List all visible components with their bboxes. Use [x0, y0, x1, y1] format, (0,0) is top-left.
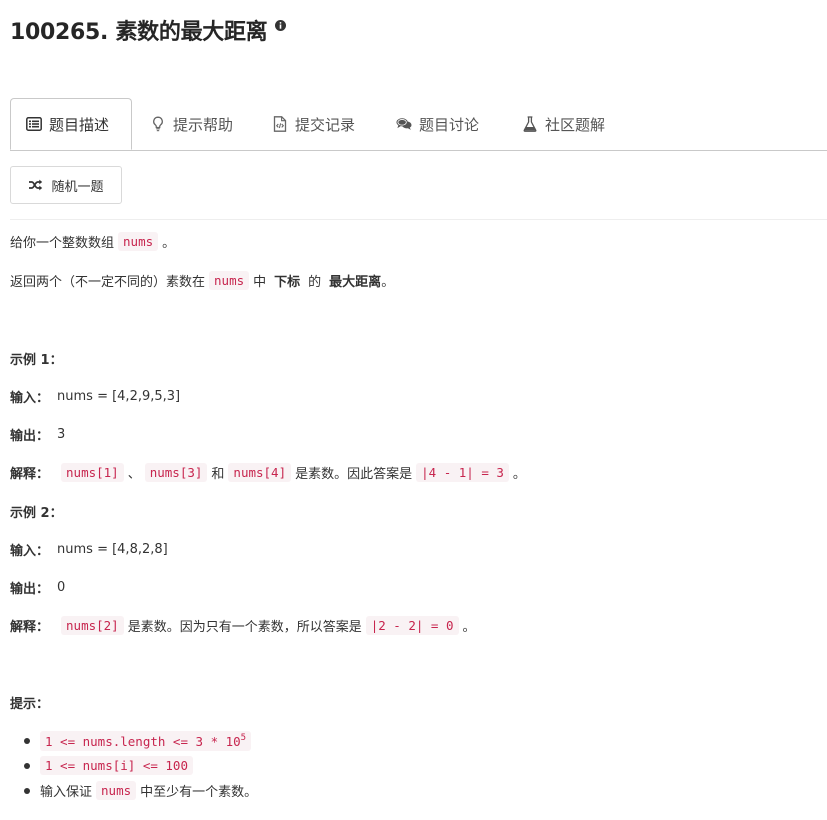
inline-code: |2 - 2| = 0 [365, 616, 459, 635]
text: 。 [162, 236, 176, 251]
list-item: 1 <= nums[i] <= 100 [20, 753, 257, 778]
example-2-explanation: 解释： nums[2] 是素数。因为只有一个素数，所以答案是 |2 - 2| =… [10, 616, 476, 635]
page-title: 100265. 素数的最大距离 [10, 20, 268, 45]
constraints-title: 提示： [10, 697, 50, 712]
example-1-explanation: 解释： nums[1] 、 nums[3] 和 nums[4] 是素数。因此答案… [10, 463, 526, 482]
list-item: 输入保证 nums 中至少有一个素数。 [20, 778, 257, 803]
example-1-output: 输出： 3 [10, 425, 65, 444]
label: 输出： [10, 429, 50, 444]
value: nums = [4,8,2,8] [57, 542, 168, 557]
text: 、 [127, 467, 141, 482]
label: 解释： [10, 620, 50, 635]
example-2-input: 输入： nums = [4,8,2,8] [10, 540, 168, 559]
shuffle-icon [28, 179, 43, 191]
example-1-input: 输入： nums = [4,2,9,5,3] [10, 387, 180, 406]
inline-code: nums [209, 271, 250, 290]
inline-code: nums[1] [61, 463, 124, 482]
text: 中至少有一个素数。 [140, 785, 258, 800]
random-button-label: 随机一题 [51, 179, 104, 195]
tab-label: 社区题解 [545, 115, 606, 134]
constraints-list: 1 <= nums.length <= 3 * 105 1 <= nums[i]… [20, 728, 257, 803]
info-icon[interactable] [275, 19, 287, 31]
tab-label: 提示帮助 [173, 115, 234, 134]
example-2-title: 示例 2： [10, 506, 63, 521]
divider [10, 219, 827, 220]
text: 给你一个整数数组 [10, 236, 115, 251]
text: 和 [211, 467, 225, 482]
text: 。 [462, 620, 476, 635]
comments-icon [396, 116, 412, 132]
code-file-icon [272, 116, 288, 132]
tab-description[interactable]: 题目描述 [10, 98, 132, 150]
code-text: 1 <= nums.length <= 3 * 10 [45, 733, 241, 749]
inline-code: nums[3] [144, 463, 208, 482]
label: 输入： [10, 544, 50, 559]
text: 的 [308, 275, 322, 290]
random-problem-button[interactable]: 随机一题 [10, 166, 122, 204]
value: 3 [57, 427, 66, 442]
label: 解释： [10, 467, 50, 482]
tab-bar: 题目描述 提示帮助 提交记录 题目讨论 社区题解 [10, 98, 827, 151]
list-icon [26, 116, 42, 132]
problem-header: 100265. 素数的最大距离 [10, 14, 287, 46]
label: 输出： [10, 582, 50, 597]
tab-label: 题目讨论 [419, 115, 480, 134]
inline-code: nums [96, 781, 137, 800]
value: 0 [57, 580, 66, 595]
list-item: 1 <= nums.length <= 3 * 105 [20, 728, 257, 753]
tab-hints[interactable]: 提示帮助 [150, 98, 233, 150]
inline-code: nums[4] [228, 463, 292, 482]
text: 中 [253, 275, 267, 290]
description-paragraph-2: 返回两个（不一定不同的）素数在 nums 中 下标 的 最大距离 。 [10, 271, 394, 290]
inline-code: nums [118, 232, 159, 251]
text: 输入保证 [40, 785, 93, 800]
example-2-output: 输出： 0 [10, 578, 65, 597]
tab-solutions[interactable]: 社区题解 [522, 98, 605, 150]
inline-code: 1 <= nums[i] <= 100 [40, 756, 193, 775]
example-1-title: 示例 1： [10, 353, 63, 368]
tab-submissions[interactable]: 提交记录 [272, 98, 355, 150]
text: 。 [381, 275, 395, 290]
superscript: 5 [240, 732, 247, 743]
bold-text: 最大距离 [329, 275, 382, 290]
value: nums = [4,2,9,5,3] [57, 389, 181, 404]
bold-text: 下标 [274, 275, 301, 290]
description-paragraph-1: 给你一个整数数组 nums 。 [10, 232, 175, 251]
inline-code: nums[2] [61, 616, 124, 635]
text: 是素数。因为只有一个素数，所以答案是 [127, 620, 362, 635]
text: 是素数。因此答案是 [295, 467, 413, 482]
lightbulb-icon [150, 116, 166, 132]
tab-label: 题目描述 [49, 115, 110, 134]
label: 输入： [10, 391, 50, 406]
text: 。 [512, 467, 526, 482]
flask-icon [522, 116, 538, 132]
tab-label: 提交记录 [295, 115, 356, 134]
inline-code: 1 <= nums.length <= 3 * 105 [40, 730, 252, 751]
tab-discussion[interactable]: 题目讨论 [396, 98, 479, 150]
inline-code: |4 - 1| = 3 [416, 463, 509, 482]
text: 返回两个（不一定不同的）素数在 [10, 275, 206, 290]
